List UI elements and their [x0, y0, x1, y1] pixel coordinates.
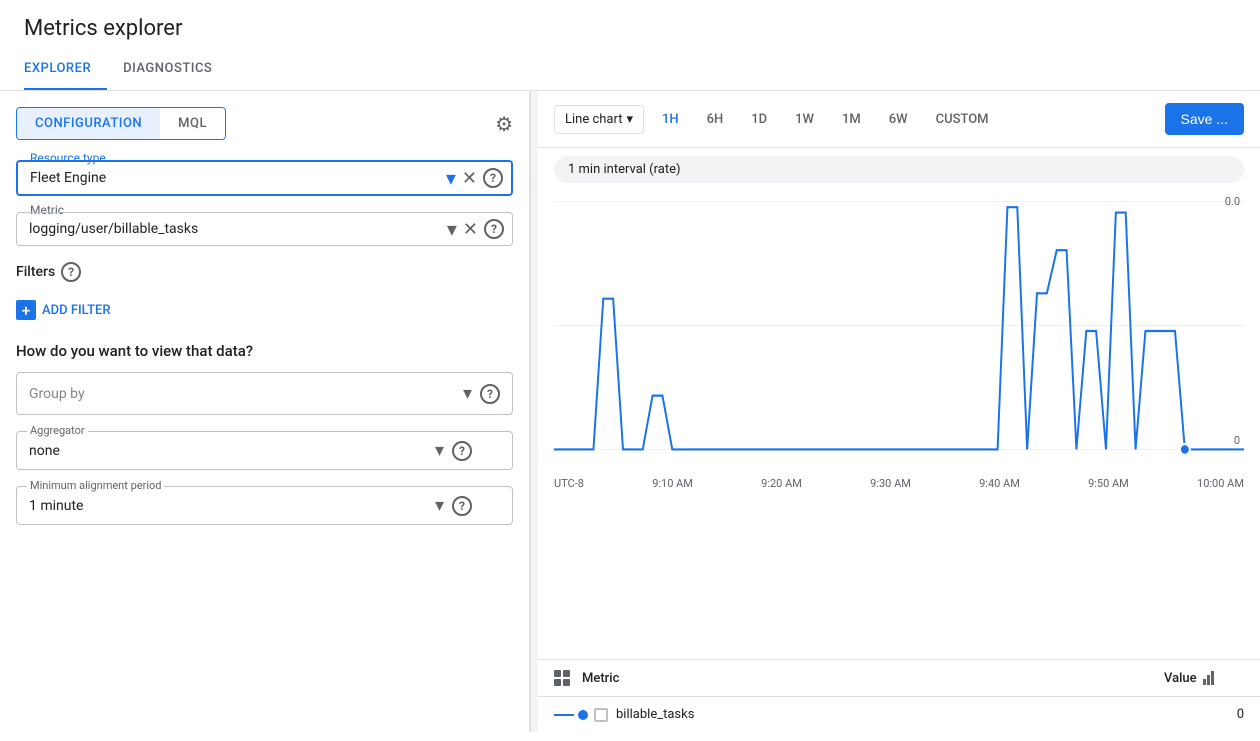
tab-row: CONFIGURATION MQL ⚙ [16, 107, 513, 140]
x-label-920: 9:20 AM [761, 477, 802, 490]
legend-row-value: 0 [1164, 707, 1244, 722]
add-filter-button[interactable]: + ADD FILTER [16, 294, 513, 326]
metric-field: Metric logging/user/billable_tasks ▾ ✕ ? [16, 212, 513, 246]
x-label-930: 9:30 AM [870, 477, 911, 490]
metric-wrapper: logging/user/billable_tasks ▾ ✕ ? [16, 212, 513, 246]
aggregator-help-icon[interactable]: ? [452, 441, 472, 461]
legend-color-line [554, 714, 574, 716]
metric-dropdown-icon[interactable]: ▾ [447, 217, 457, 241]
add-filter-label: ADD FILTER [42, 303, 111, 318]
app-title: Metrics explorer [0, 0, 1260, 49]
chart-area: 0.0 0 UTC-8 9:10 AM 9:20 AM [538, 191, 1260, 651]
legend-metric-label: Metric [582, 671, 619, 686]
resource-type-field: Resource type Fleet Engine ▾ ✕ ? [16, 160, 513, 196]
aggregator-chevron[interactable]: ▾ [435, 440, 444, 461]
group-by-text: Group by [29, 386, 463, 402]
legend-value-label: Value [1164, 671, 1197, 686]
settings-icon[interactable]: ⚙ [495, 112, 513, 136]
main-layout: CONFIGURATION MQL ⚙ Resource type Fleet … [0, 91, 1260, 732]
legend-table: Metric Value billable_tasks 0 [538, 659, 1260, 732]
aggregator-field: Aggregator none ▾ ? [16, 431, 513, 470]
legend-bars-icon [1203, 671, 1214, 685]
chart-type-button[interactable]: Line chart ▾ [554, 105, 644, 134]
aggregator-value: none [29, 443, 435, 459]
group-by-actions: ▾ ? [463, 383, 500, 404]
y-axis-top: 0.0 [1225, 195, 1240, 208]
time-6w[interactable]: 6W [879, 106, 918, 133]
legend-row-0: billable_tasks 0 [538, 697, 1260, 732]
group-by-wrapper[interactable]: Group by ▾ ? [16, 372, 513, 415]
x-label-950: 9:50 AM [1088, 477, 1129, 490]
legend-row-name: billable_tasks [616, 707, 1164, 722]
left-panel: CONFIGURATION MQL ⚙ Resource type Fleet … [0, 91, 530, 732]
filters-label-row: Filters ? [16, 262, 513, 282]
legend-value-col-header: Value [1164, 671, 1244, 686]
chart-toolbar: Line chart ▾ 1H 6H 1D 1W 1M 6W CUSTOM Sa… [538, 91, 1260, 148]
x-label-910: 9:10 AM [652, 477, 693, 490]
save-button[interactable]: Save ... [1165, 103, 1244, 135]
help-icon[interactable]: ? [483, 168, 503, 188]
chart-container: 0.0 0 UTC-8 9:10 AM 9:20 AM [554, 191, 1244, 471]
alignment-period-value: 1 minute [29, 498, 435, 514]
view-question: How do you want to view that data? [16, 342, 513, 360]
alignment-period-help-icon[interactable]: ? [452, 496, 472, 516]
right-panel: Line chart ▾ 1H 6H 1D 1W 1M 6W CUSTOM Sa… [538, 91, 1260, 732]
legend-color-dot [578, 710, 588, 720]
time-1w[interactable]: 1W [785, 106, 824, 133]
filters-help-icon[interactable]: ? [61, 262, 81, 282]
nav-item-diagnostics[interactable]: DIAGNOSTICS [123, 49, 228, 90]
tabs: CONFIGURATION MQL [16, 107, 226, 140]
filters-section: Filters ? + ADD FILTER [16, 262, 513, 326]
y-axis-bottom: 0 [1234, 434, 1240, 447]
clear-icon[interactable]: ✕ [462, 168, 477, 189]
alignment-period-chevron[interactable]: ▾ [435, 495, 444, 516]
group-by-field: Group by ▾ ? [16, 372, 513, 415]
group-by-chevron: ▾ [463, 383, 472, 404]
x-label-1000: 10:00 AM [1197, 477, 1244, 490]
top-nav: EXPLORER DIAGNOSTICS [0, 49, 1260, 91]
line-chart-label: Line chart [565, 112, 622, 127]
metric-grid-icon [554, 670, 570, 686]
time-1h[interactable]: 1H [652, 106, 689, 133]
add-filter-icon: + [16, 300, 36, 320]
aggregator-label: Aggregator [27, 424, 88, 437]
resource-type-wrapper: Fleet Engine ▾ ✕ ? [16, 160, 513, 196]
time-6h[interactable]: 6H [697, 106, 734, 133]
legend-header: Metric Value [538, 660, 1260, 697]
x-axis-labels: UTC-8 9:10 AM 9:20 AM 9:30 AM 9:40 AM 9:… [554, 475, 1244, 494]
tab-mql[interactable]: MQL [160, 108, 225, 139]
tab-configuration[interactable]: CONFIGURATION [17, 108, 160, 139]
filters-label: Filters [16, 264, 55, 280]
interval-badge: 1 min interval (rate) [554, 156, 1244, 183]
legend-metric-col: Metric [554, 670, 1164, 686]
resource-type-actions: ▾ ✕ ? [446, 166, 503, 190]
metric-help-icon[interactable]: ? [484, 219, 504, 239]
metric-value: logging/user/billable_tasks [29, 221, 472, 237]
nav-item-explorer[interactable]: EXPLORER [24, 49, 107, 90]
legend-checkbox[interactable] [594, 708, 608, 722]
time-1d[interactable]: 1D [741, 106, 777, 133]
resource-type-value: Fleet Engine [30, 170, 471, 186]
alignment-period-label: Minimum alignment period [27, 479, 164, 492]
x-label-utc: UTC-8 [554, 477, 584, 490]
time-1m[interactable]: 1M [832, 106, 871, 133]
alignment-period-field: Minimum alignment period 1 minute ▾ ? [16, 486, 513, 525]
aggregator-wrapper: none ▾ ? [29, 440, 472, 461]
metric-clear-icon[interactable]: ✕ [463, 219, 478, 240]
chart-type-chevron: ▾ [626, 112, 633, 127]
dropdown-icon[interactable]: ▾ [446, 166, 456, 190]
alignment-period-wrapper: 1 minute ▾ ? [29, 495, 472, 516]
line-chart-svg [554, 191, 1244, 471]
metric-actions: ▾ ✕ ? [447, 217, 504, 241]
group-by-help-icon[interactable]: ? [480, 384, 500, 404]
time-custom[interactable]: CUSTOM [926, 106, 999, 133]
x-label-940: 9:40 AM [979, 477, 1020, 490]
panel-divider [530, 91, 538, 732]
